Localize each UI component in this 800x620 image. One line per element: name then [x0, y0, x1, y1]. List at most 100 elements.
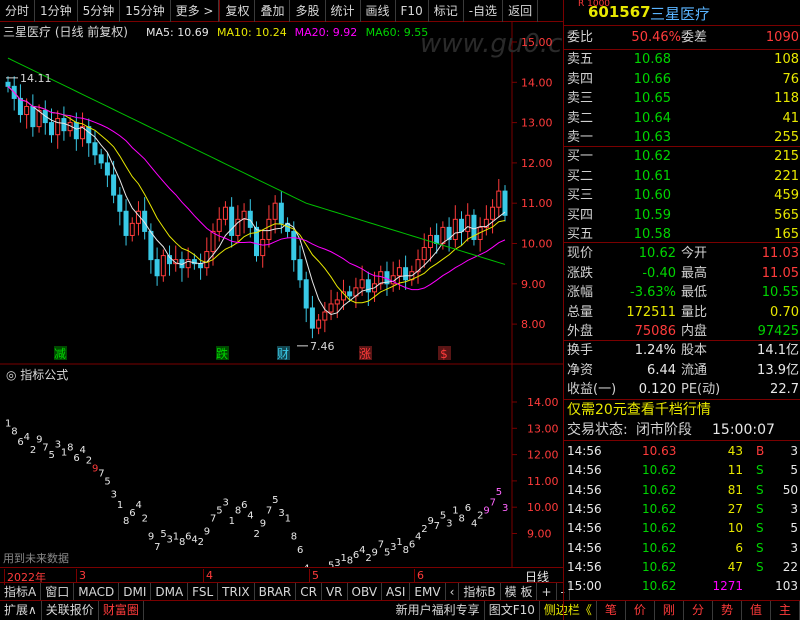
event-marker-2[interactable]: 财 — [277, 347, 289, 361]
chart-area[interactable]: 三星医疗 (日线 前复权) MA5: 10.69 MA10: 10.24 MA20: … — [0, 22, 579, 587]
stat-value: 97425 — [757, 324, 799, 339]
weibi-row: 委比 50.46% 委差 1090 — [567, 30, 799, 45]
indicator-tab-6[interactable]: TRIX — [218, 583, 255, 600]
indicator-tab-10[interactable]: OBV — [348, 583, 383, 600]
indicator-tab-16[interactable]: + — [537, 583, 557, 600]
kline-svg[interactable]: 三星医疗 (日线 前复权) MA5: 10.69 MA10: 10.24 MA20: … — [0, 22, 579, 587]
stat2-value: 0.120 — [638, 382, 676, 397]
tool-button-2[interactable]: 多股 — [290, 0, 326, 22]
stat-label: 总量 — [567, 304, 594, 320]
period-tab-1[interactable]: 1分钟 — [35, 0, 78, 22]
candle-body — [291, 230, 297, 261]
event-marker-1[interactable]: 跌 — [216, 346, 228, 361]
period-tab-4[interactable]: 更多 > — [171, 0, 220, 22]
promo-row[interactable]: 仅需20元查看千档行情 — [564, 400, 800, 420]
indicator-title: ◎ 指标公式 — [6, 367, 68, 382]
tick-direction: B — [756, 444, 765, 458]
period-tab-0[interactable]: 分时 — [0, 0, 36, 22]
y-tick-label-2: 13.00 — [521, 117, 553, 130]
candle-body — [502, 190, 508, 216]
ask-price: 10.65 — [633, 91, 671, 106]
ask-row: 卖四 10.66 76 — [564, 70, 800, 90]
future-data-note: 用到未来数据 — [3, 551, 69, 565]
period-tab-2[interactable]: 5分钟 — [78, 0, 121, 22]
indicator-tab-5[interactable]: FSL — [188, 583, 219, 600]
ma-label-0: MA5: 10.69 — [146, 26, 209, 39]
ma-label-3: MA60: 9.55 — [366, 26, 429, 39]
ask-row: 卖一 10.63 255 — [564, 128, 800, 148]
bid-volume: 221 — [774, 168, 799, 184]
tick-count: 5 — [790, 521, 798, 536]
ask-volume: 255 — [774, 130, 799, 145]
indicator-tab-9[interactable]: VR — [322, 583, 348, 600]
ind-tick-label-4: 10.00 — [527, 501, 559, 514]
tool-button-4[interactable]: 画线 — [361, 0, 396, 22]
candle-body — [73, 122, 79, 140]
status-item-0[interactable]: 扩展∧ — [0, 601, 42, 620]
quote-panel: R 1000 601567 三星医疗 委比 50.46% 委差 1090 卖五 1… — [563, 0, 800, 620]
candle-body — [30, 105, 36, 128]
tick-price: 10.62 — [642, 540, 677, 555]
event-marker-3[interactable]: 涨 — [359, 346, 371, 361]
indicator-tab-0[interactable]: 指标A — [0, 583, 42, 600]
trade-status-row: 交易状态: 闭市阶段 15:00:07 — [567, 422, 775, 438]
candle-body — [117, 194, 123, 212]
tick-time: 14:56 — [567, 463, 602, 478]
indicator-digit: 8 — [459, 513, 465, 524]
stock-name: 三星医疗 — [650, 5, 711, 23]
indicator-tab-14[interactable]: 指标B — [459, 583, 501, 600]
stat-value: -3.63% — [630, 285, 676, 300]
indicator-tab-8[interactable]: CR — [296, 583, 322, 600]
indicator-tab-12[interactable]: EMV — [410, 583, 446, 600]
status-item-2[interactable]: 财富圈 — [99, 601, 144, 620]
indicator-tab-11[interactable]: ASI — [382, 583, 411, 600]
tick-price: 10.62 — [642, 521, 677, 536]
stat-label: 内盘 — [681, 324, 708, 339]
x-tick-2: 4 — [203, 569, 213, 582]
stat-label: 量比 — [681, 304, 708, 320]
ask-price: 10.66 — [633, 71, 671, 87]
tool-button-6[interactable]: 标记 — [429, 0, 464, 22]
bid-label: 买四 — [567, 207, 594, 223]
x-tick-3: 5 — [309, 569, 319, 582]
indicator-tab-4[interactable]: DMA — [151, 583, 189, 600]
high-label: 14.11 — [20, 72, 52, 85]
tool-button-0[interactable]: 复权 — [219, 0, 256, 22]
event-marker-0[interactable]: 减 — [54, 347, 66, 361]
event-marker-4[interactable]: $ — [440, 347, 448, 361]
candle-body — [154, 259, 160, 277]
tick-count: 3 — [790, 540, 798, 555]
indicator-tab-7[interactable]: BRAR — [255, 583, 297, 600]
tick-row: 14:56 10.62 81 S 50 — [564, 480, 800, 500]
tool-button-8[interactable]: 返回 — [503, 0, 539, 22]
candle-body — [403, 267, 409, 281]
tool-button-7[interactable]: -自选 — [464, 0, 504, 22]
indicator-digit: 1 — [229, 516, 235, 527]
tick-volume: 47 — [727, 559, 743, 574]
indicator-digit: 3 — [222, 498, 228, 509]
period-tab-3[interactable]: 15分钟 — [120, 0, 171, 22]
status-right-1[interactable]: 图文F10 — [485, 601, 540, 620]
tool-button-5[interactable]: F10 — [396, 0, 429, 22]
tick-row: 14:56 10.62 11 S 5 — [564, 460, 800, 480]
bid-volume: 459 — [774, 188, 799, 203]
indicator-digit: 8 — [67, 442, 73, 453]
indicator-tab-1[interactable]: 窗口 — [41, 583, 75, 600]
indicator-tab-3[interactable]: DMI — [119, 583, 152, 600]
indicator-digit: 4 — [80, 445, 86, 456]
status-right-0[interactable]: 新用户福利专享 — [392, 601, 485, 620]
indicator-tab-13[interactable]: ‹ — [446, 583, 460, 600]
ind-tick-label-3: 11.00 — [527, 475, 559, 488]
indicator-digit: 9 — [260, 519, 266, 530]
indicator-tab-15[interactable]: 模 板 — [501, 583, 538, 600]
status-item-1[interactable]: 关联报价 — [42, 601, 99, 620]
y-tick-label-6: 9.00 — [521, 278, 546, 291]
stat-value: 11.03 — [761, 246, 799, 261]
ask-label: 卖四 — [567, 71, 594, 87]
stock-code: 601567 — [588, 3, 651, 21]
tool-button-3[interactable]: 统计 — [326, 0, 361, 22]
tool-button-1[interactable]: 叠加 — [255, 0, 291, 22]
indicator-tab-2[interactable]: MACD — [74, 583, 120, 600]
tick-price: 10.62 — [642, 579, 677, 594]
tick-direction: S — [756, 540, 764, 555]
